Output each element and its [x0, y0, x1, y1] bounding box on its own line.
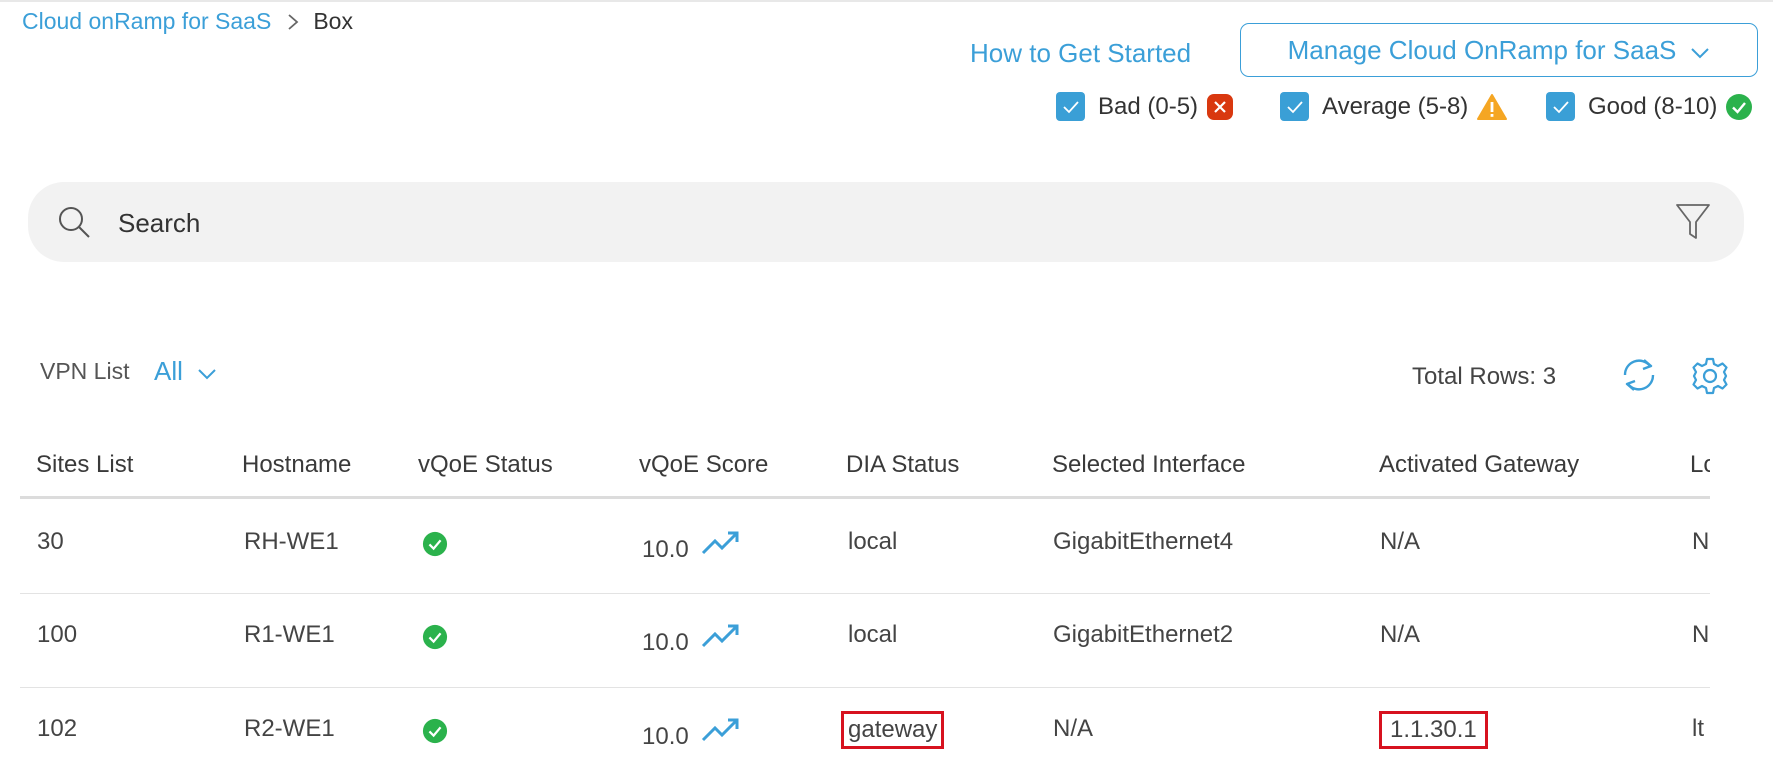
cell-site: 30	[37, 528, 64, 555]
average-checkbox[interactable]	[1280, 92, 1309, 121]
trend-up-icon[interactable]	[701, 717, 741, 750]
cell-site: 102	[37, 715, 78, 742]
column-header-activated-gateway[interactable]: Activated Gateway	[1379, 451, 1579, 479]
cell-lo: N	[1692, 621, 1710, 648]
cell-selected-interface: N/A	[1053, 715, 1094, 742]
breadcrumb-current: Box	[313, 8, 353, 34]
cell-hostname: R2-WE1	[244, 715, 335, 742]
vqoe-score: 10.0	[642, 715, 741, 751]
cell-dia-status: local	[848, 528, 898, 555]
breadcrumb: Cloud onRamp for SaaS Box	[22, 8, 353, 35]
average-label: Average (5-8)	[1322, 92, 1469, 120]
vpn-list-dropdown[interactable]: All	[154, 356, 217, 387]
column-header-hostname[interactable]: Hostname	[242, 451, 351, 479]
column-header-vqoe-status[interactable]: vQoE Status	[418, 451, 553, 479]
how-to-get-started-link[interactable]: How to Get Started	[970, 38, 1191, 69]
error-icon	[1206, 93, 1234, 121]
table-row[interactable]: 30 RH-WE1 10.0 local GigabitEthernet4 N/…	[20, 499, 1710, 594]
bad-label: Bad (0-5)	[1098, 92, 1199, 120]
manage-button-label: Manage Cloud OnRamp for SaaS	[1287, 34, 1677, 65]
check-circle-icon	[1725, 93, 1753, 121]
search-input[interactable]	[116, 200, 1620, 246]
cell-vqoe-score: 10.0	[642, 536, 689, 563]
cell-selected-interface: GigabitEthernet4	[1053, 528, 1234, 555]
refresh-icon[interactable]	[1619, 355, 1659, 400]
warning-icon	[1476, 93, 1508, 121]
check-circle-icon	[422, 624, 448, 650]
column-header-selected-interface[interactable]: Selected Interface	[1052, 451, 1245, 479]
legend-average: Average (5-8)	[1280, 92, 1508, 121]
chevron-down-icon	[1690, 35, 1710, 66]
cell-hostname: RH-WE1	[244, 528, 339, 555]
top-divider	[0, 0, 1773, 2]
column-header-dia-status[interactable]: DIA Status	[846, 451, 959, 479]
chevron-down-icon	[197, 356, 217, 387]
legend-good: Good (8-10)	[1546, 92, 1753, 121]
cell-vqoe-score: 10.0	[642, 723, 689, 750]
cell-dia-status-highlighted: gateway	[840, 711, 945, 749]
sites-table: Sites List Hostname vQoE Status vQoE Sco…	[20, 440, 1710, 775]
cell-activated-gateway: N/A	[1380, 621, 1421, 648]
cell-selected-interface: GigabitEthernet2	[1053, 621, 1234, 648]
vpn-list-label: VPN List	[40, 358, 130, 384]
cell-site: 100	[37, 621, 78, 648]
table-header: Sites List Hostname vQoE Status vQoE Sco…	[20, 440, 1710, 499]
column-header-lo[interactable]: Lo	[1690, 451, 1710, 479]
bad-checkbox[interactable]	[1056, 92, 1085, 121]
legend-bad: Bad (0-5)	[1056, 92, 1234, 121]
filter-icon[interactable]	[1675, 203, 1711, 246]
chevron-right-icon	[287, 13, 299, 31]
gear-icon[interactable]	[1690, 356, 1730, 401]
trend-up-icon[interactable]	[701, 530, 741, 563]
cell-lo: lt	[1692, 715, 1704, 742]
vpn-list-value: All	[154, 356, 183, 386]
vqoe-score: 10.0	[642, 621, 741, 657]
good-label: Good (8-10)	[1588, 92, 1718, 120]
vqoe-score: 10.0	[642, 528, 741, 564]
total-rows: Total Rows: 3	[1412, 363, 1557, 390]
table-row[interactable]: 102 R2-WE1 10.0 gateway N/A 1.1.30.1 lt	[20, 687, 1710, 775]
cell-lo: N	[1692, 528, 1710, 555]
good-checkbox[interactable]	[1546, 92, 1575, 121]
search-bar	[28, 182, 1744, 262]
search-icon	[56, 204, 92, 245]
cell-hostname: R1-WE1	[244, 621, 335, 648]
breadcrumb-parent-link[interactable]: Cloud onRamp for SaaS	[22, 8, 271, 35]
cell-activated-gateway: N/A	[1380, 528, 1421, 555]
cell-vqoe-score: 10.0	[642, 629, 689, 656]
manage-cloud-onramp-button[interactable]: Manage Cloud OnRamp for SaaS	[1240, 23, 1758, 77]
trend-up-icon[interactable]	[701, 623, 741, 656]
column-header-vqoe-score[interactable]: vQoE Score	[639, 451, 768, 479]
check-circle-icon	[422, 718, 448, 744]
table-row[interactable]: 100 R1-WE1 10.0 local GigabitEthernet2 N…	[20, 593, 1710, 688]
column-header-sites-list[interactable]: Sites List	[36, 451, 133, 479]
check-circle-icon	[422, 531, 448, 557]
cell-dia-status: local	[848, 621, 898, 648]
cell-activated-gateway-highlighted: 1.1.30.1	[1379, 711, 1488, 749]
